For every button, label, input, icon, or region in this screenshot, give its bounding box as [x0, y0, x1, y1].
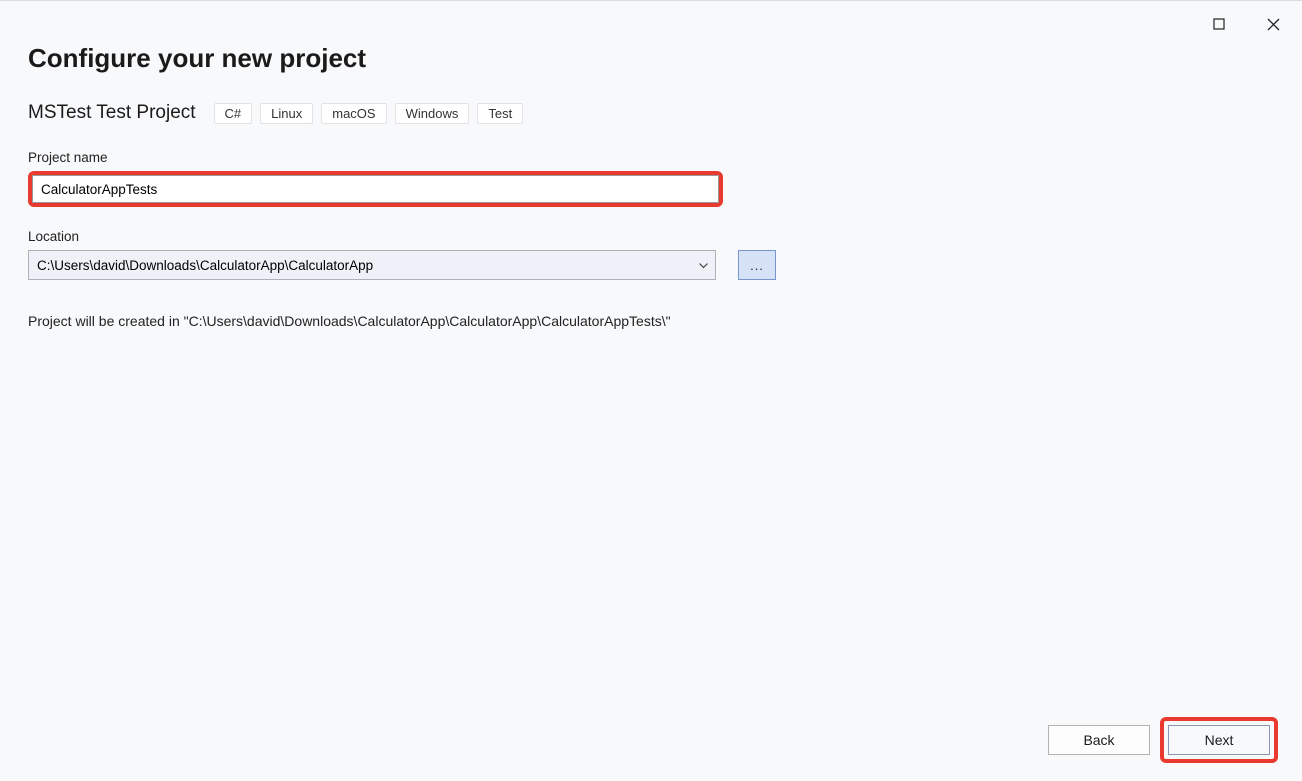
project-path-info: Project will be created in "C:\Users\dav…	[28, 312, 718, 332]
project-name-highlight	[28, 171, 723, 207]
location-label: Location	[28, 229, 1274, 244]
tag-linux: Linux	[260, 103, 313, 124]
close-icon	[1267, 18, 1280, 31]
project-name-input[interactable]	[32, 175, 719, 203]
template-header-row: MSTest Test Project C# Linux macOS Windo…	[28, 102, 1274, 124]
maximize-icon	[1213, 18, 1225, 30]
next-button[interactable]: Next	[1168, 725, 1270, 755]
next-button-highlight: Next	[1160, 717, 1278, 763]
location-combo-wrap	[28, 250, 716, 280]
location-row: ...	[28, 250, 1274, 280]
tag-windows: Windows	[395, 103, 470, 124]
page-title: Configure your new project	[28, 43, 1274, 74]
project-name-field-group: Project name	[28, 150, 1274, 207]
dialog-footer: Back Next	[1048, 717, 1278, 763]
project-name-label: Project name	[28, 150, 1274, 165]
browse-button[interactable]: ...	[738, 250, 776, 280]
location-input[interactable]	[28, 250, 716, 280]
back-button[interactable]: Back	[1048, 725, 1150, 755]
tag-csharp: C#	[214, 103, 253, 124]
template-name: MSTest Test Project	[28, 102, 196, 124]
tag-test: Test	[477, 103, 523, 124]
maximize-button[interactable]	[1204, 10, 1234, 38]
tag-row: C# Linux macOS Windows Test	[214, 103, 524, 124]
dialog-content: Configure your new project MSTest Test P…	[0, 1, 1302, 332]
tag-macos: macOS	[321, 103, 386, 124]
location-field-group: Location ...	[28, 229, 1274, 280]
close-button[interactable]	[1258, 10, 1288, 38]
titlebar-controls	[1204, 10, 1288, 38]
